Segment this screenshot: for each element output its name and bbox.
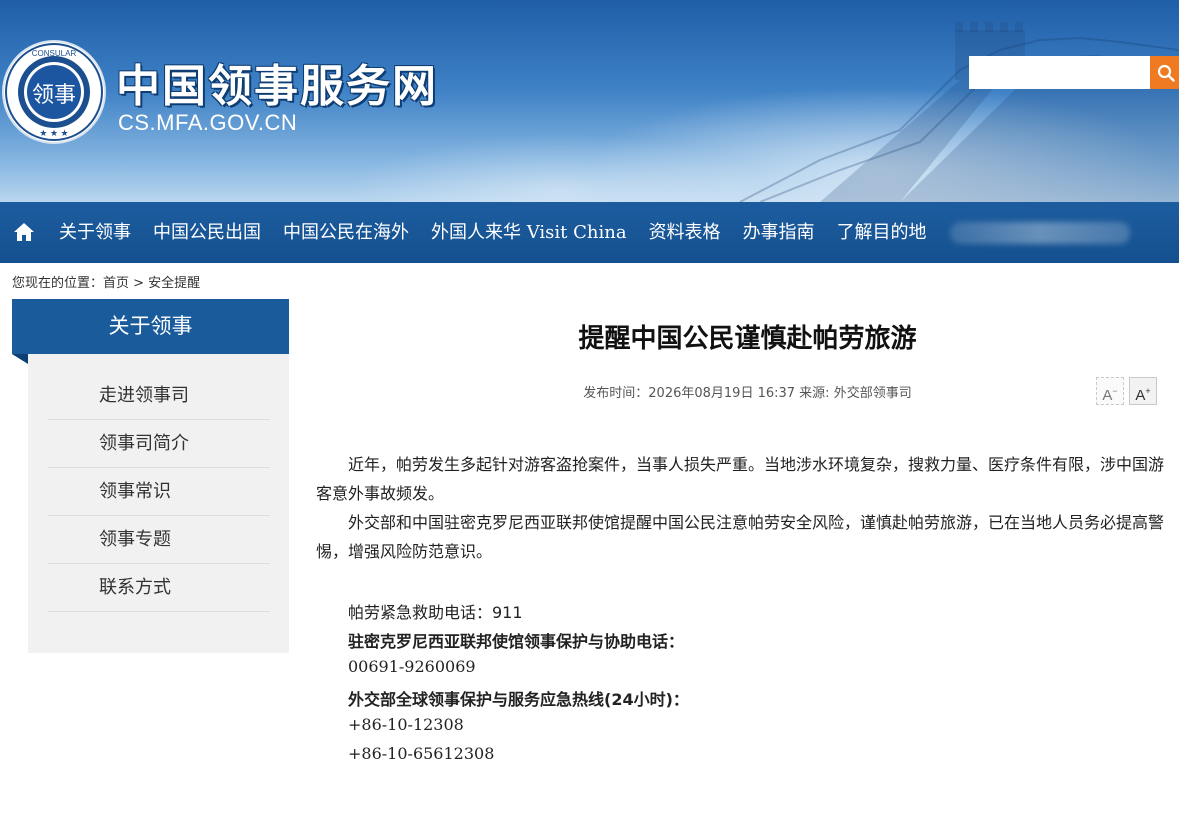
minus-icon: − [1112,386,1118,396]
search-button[interactable] [1150,56,1179,89]
svg-text:★ ★ ★: ★ ★ ★ [39,128,68,138]
nav-item-obscured[interactable] [949,221,1130,244]
great-wall-illustration [739,22,1179,202]
paragraph-text: 近年，帕劳发生多起针对游客盗抢案件，当事人损失严重。当地涉水环境复杂，搜救力量、… [316,455,1165,503]
nav-item-citizens-going-abroad[interactable]: 中国公民出国 [142,202,272,263]
sidebar-fold-decoration [12,354,28,364]
contact-phone: +86-10-65612308 [348,744,495,763]
article-meta: 发布时间：2026年08月19日 16:37 来源: 外交部领事司 [583,386,912,401]
font-decrease-label: A [1102,387,1113,404]
sidebar-item-department-profile[interactable]: 领事司简介 [48,420,270,468]
main-navigation: 关于领事 中国公民出国 中国公民在海外 外国人来华 Visit China 资料… [0,202,1179,263]
breadcrumb: 您现在的位置：首页 > 安全提醒 [12,276,201,291]
nav-item-destinations[interactable]: 了解目的地 [826,202,938,263]
home-icon [14,223,34,241]
consular-emblem-logo[interactable]: 领事 CONSULAR ★ ★ ★ [4,42,104,142]
font-increase-label: A [1135,387,1146,404]
sidebar-item-consular-knowledge[interactable]: 领事常识 [48,468,270,516]
sidebar-item-intro-department[interactable]: 走进领事司 [48,372,270,420]
site-domain: CS.MFA.GOV.CN [118,110,298,135]
nav-item-citizens-overseas[interactable]: 中国公民在海外 [272,202,420,263]
search-input[interactable] [969,56,1150,89]
contact-phone: 00691-9260069 [348,657,476,676]
nav-item-service-guide[interactable]: 办事指南 [732,202,826,263]
search-icon [1157,64,1175,82]
sidebar-title: 关于领事 [12,299,289,354]
svg-text:领事: 领事 [32,83,76,108]
nav-item-about-consular[interactable]: 关于领事 [48,202,142,263]
plus-icon: + [1145,386,1151,396]
sidebar-menu: 走进领事司 领事司简介 领事常识 领事专题 联系方式 [28,354,289,653]
sidebar-item-contact[interactable]: 联系方式 [48,564,270,612]
font-increase-button[interactable]: A+ [1129,377,1157,405]
contact-heading: 外交部全球领事保护与服务应急热线(24小时)： [348,690,689,709]
contact-heading: 驻密克罗尼西亚联邦使馆领事保护与协助电话： [348,632,685,651]
nav-home[interactable] [0,202,48,263]
emblem-icon: 领事 CONSULAR ★ ★ ★ [5,43,103,141]
site-title[interactable]: 中国领事服务网 [116,50,438,114]
article-paragraph: 近年，帕劳发生多起针对游客盗抢案件，当事人损失严重。当地涉水环境复杂，搜救力量、… [316,450,1179,508]
article-paragraph: 外交部和中国驻密克罗尼西亚联邦使馆提醒中国公民注意帕劳安全风险，谨慎赴帕劳旅游，… [316,508,1179,566]
contact-line: 帕劳紧急救助电话：911 [348,603,523,622]
nav-item-visit-china[interactable]: 外国人来华 Visit China [420,202,638,263]
font-decrease-button[interactable]: A− [1096,377,1124,405]
contact-phone: +86-10-12308 [348,715,464,734]
nav-item-forms[interactable]: 资料表格 [638,202,732,263]
paragraph-text: 外交部和中国驻密克罗尼西亚联邦使馆提醒中国公民注意帕劳安全风险，谨慎赴帕劳旅游，… [316,513,1165,561]
sidebar-item-consular-topics[interactable]: 领事专题 [48,516,270,564]
svg-text:CONSULAR: CONSULAR [32,49,77,58]
article-title: 提醒中国公民谨慎赴帕劳旅游 [578,324,917,354]
header-banner: 领事 CONSULAR ★ ★ ★ 中国领事服务网 CS.MFA.GOV.CN [0,0,1179,202]
